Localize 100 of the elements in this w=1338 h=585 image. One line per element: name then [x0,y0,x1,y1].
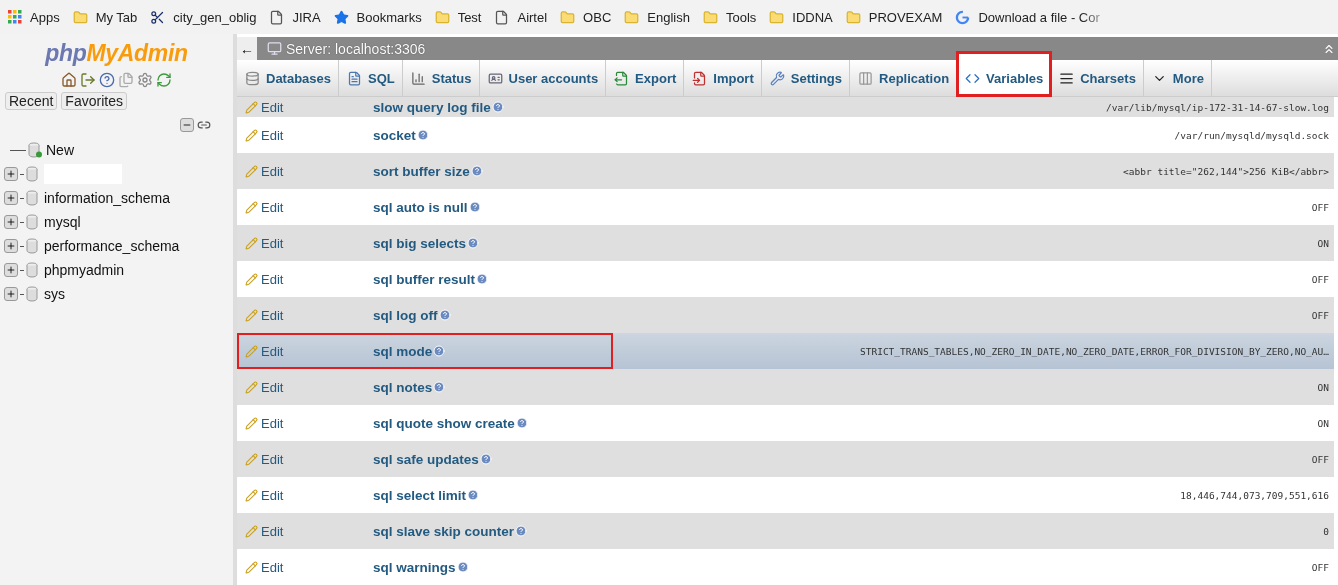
edit-link[interactable]: Edit [245,163,284,179]
pencil-icon [245,308,258,322]
pencil-icon [245,344,258,358]
pencil-icon [245,200,258,214]
pencil-icon [245,416,258,430]
folder-icon [434,9,450,25]
edit-link[interactable]: Edit [245,559,284,575]
back-button[interactable]: ← [237,37,257,60]
pencil-icon [245,560,258,574]
help-icon[interactable] [99,72,115,88]
database-icon [26,286,40,302]
bookmark-link[interactable]: city_gen_oblig [150,9,270,25]
variable-name: socket [373,127,416,143]
columns-icon [858,70,874,86]
apps-grid-icon [8,10,22,24]
tree-item[interactable]: mysql [44,214,81,230]
bookmark-link[interactable]: OBC [560,9,625,25]
bookmark-link[interactable]: Download a file - Cor [955,9,1113,25]
bookmark-link[interactable]: IDDNA [769,9,846,25]
nav-tab[interactable]: Status [402,60,480,96]
nav-tab[interactable]: More [1143,60,1212,96]
variable-name: sql quote show create [373,415,515,431]
reload-icon[interactable] [156,72,172,88]
pencil-icon [245,488,258,502]
exit-icon[interactable] [80,72,96,88]
bookmark-link[interactable]: English [624,9,703,25]
nav-tab[interactable]: SQL [339,60,403,96]
bookmark-link[interactable]: My Tab [72,9,151,25]
page-icon [269,9,285,25]
expand-icon[interactable] [4,191,18,205]
edit-link[interactable]: Edit [245,415,284,431]
tree-item[interactable]: information_schema [44,190,171,206]
variable-value: OFF [1310,561,1330,573]
edit-link[interactable]: Edit [245,99,284,115]
scissors-icon [150,9,166,25]
pencil-icon [245,236,258,250]
edit-link[interactable]: Edit [245,127,284,143]
link-icon[interactable] [197,118,211,132]
tree-item[interactable]: performance_schema [44,238,180,254]
variable-value: OFF [1310,309,1330,321]
edit-link[interactable]: Edit [245,523,284,539]
expand-icon[interactable] [4,167,18,181]
folder-icon [845,9,861,25]
expand-icon[interactable] [4,239,18,253]
database-icon [26,190,40,206]
pencil-icon [245,452,258,466]
edit-link[interactable]: Edit [245,451,284,467]
bookmark-link[interactable]: Bookmarks [333,9,435,25]
variable-name: sql log off [373,307,438,323]
nav-tab[interactable]: Databases [237,60,340,96]
edit-link[interactable]: Edit [245,271,284,287]
variable-value: OFF [1310,453,1330,465]
edit-link[interactable]: Edit [245,235,284,251]
bookmark-link[interactable]: Tools [702,9,770,25]
nav-tab[interactable]: User accounts [479,60,607,96]
database-icon [26,238,40,254]
folder-icon [769,9,785,25]
expand-icon[interactable] [4,287,18,301]
database-icon [26,166,40,182]
variable-value: /var/run/mysqld/mysqld.sock [1173,129,1330,141]
folder-icon [702,9,718,25]
edit-link[interactable]: Edit [245,307,284,323]
tree-item[interactable]: New [46,142,74,158]
scroll-icon [347,70,363,86]
nav-tab[interactable]: Charsets [1051,60,1144,96]
phpmyadmin-logo[interactable]: phpMyAdmin [0,40,233,67]
nav-tab[interactable]: Export [606,60,685,96]
tree-item[interactable]: phpmyadmin [44,262,125,278]
tree-item[interactable]: sys [44,286,65,302]
pencil-icon [245,164,258,178]
expand-icon[interactable] [4,215,18,229]
page-icon [494,9,510,25]
bookmark-link[interactable]: PROVEXAM [845,9,956,25]
server-icon [267,41,282,56]
pencil-icon [245,524,258,538]
nav-tab[interactable]: Variables [957,52,1052,96]
home-icon[interactable] [61,72,77,88]
settings-icon[interactable] [137,72,153,88]
variable-value: 18,446,744,073,709,551,616 [1179,489,1330,501]
edit-link[interactable]: Edit [245,199,284,215]
variable-name: slow query log file [373,99,491,115]
edit-link[interactable]: Edit [245,487,284,503]
bookmark-link[interactable]: Test [434,9,495,25]
documents-icon[interactable] [118,72,134,88]
variable-value: <abbr title="262,144">256 KiB</abbr> [1122,165,1330,177]
sidebar-tab[interactable]: Favorites [61,92,127,110]
edit-link[interactable]: Edit [245,343,284,359]
edit-link[interactable]: Edit [245,379,284,395]
expand-icon[interactable] [4,263,18,277]
bookmark-link[interactable]: Airtel [494,9,561,25]
variable-name: sql auto is null [373,199,468,215]
variable-name: sort buffer size [373,163,470,179]
folder-icon [624,9,640,25]
sidebar-tab[interactable]: Recent [5,92,58,110]
variable-name: sql notes [373,379,433,395]
bookmark-link[interactable]: Apps [8,9,73,25]
bookmark-link[interactable]: JIRA [269,9,334,25]
nav-tab[interactable]: Settings [761,60,851,96]
nav-tab[interactable]: Import [684,60,762,96]
collapse-all-icon[interactable] [180,118,194,132]
